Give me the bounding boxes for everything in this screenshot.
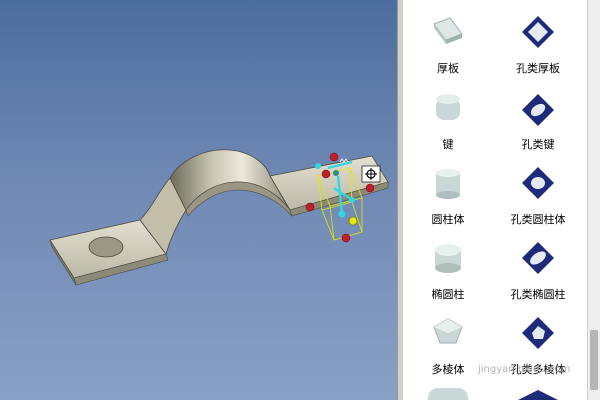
- cyan-handle-ball: [315, 163, 321, 169]
- cyan-handle-ball: [338, 210, 346, 218]
- catalog-item-hole-elliptic-cylinder[interactable]: 孔类椭圆柱: [493, 238, 583, 302]
- catalog-item-slab[interactable]: 厚板: [403, 12, 493, 76]
- catalog-item-partial: [518, 390, 558, 400]
- catalog-item-cylinder[interactable]: 圆柱体: [403, 163, 493, 227]
- catalog-scrollbar[interactable]: [587, 0, 600, 400]
- scrollbar-thumb[interactable]: [590, 330, 598, 390]
- design-element-catalog: 厚板 孔类厚板 键 孔类键 圆柱体 孔类圆柱体 椭圆柱 孔类椭圆柱 多棱体 孔类…: [403, 0, 587, 400]
- hole-cylinder-icon: [522, 167, 554, 199]
- red-handle: [365, 183, 375, 193]
- red-handle: [329, 152, 339, 162]
- polyhedron-icon: [433, 318, 463, 344]
- hole-key-icon: [522, 94, 554, 126]
- catalog-item-key[interactable]: 键: [403, 88, 493, 152]
- red-handle: [305, 202, 315, 212]
- cylinder-icon: [436, 169, 460, 199]
- 3d-viewport[interactable]: [0, 0, 397, 400]
- red-handle: [341, 233, 351, 243]
- anchor-handle: [333, 170, 339, 176]
- key-icon: [436, 94, 460, 120]
- yellow-handle: [348, 216, 358, 226]
- mounting-hole: [88, 236, 124, 258]
- cyan-handle-ball: [349, 197, 355, 203]
- hole-slab-icon: [522, 16, 554, 48]
- catalog-item-partial: [428, 388, 468, 400]
- red-handle: [321, 169, 331, 179]
- catalog-item-hole-slab[interactable]: 孔类厚板: [493, 12, 583, 76]
- watermark: jingyan.baidu.com: [478, 364, 571, 375]
- catalog-item-hole-cylinder[interactable]: 孔类圆柱体: [493, 163, 583, 227]
- catalog-item-hole-key[interactable]: 孔类键: [493, 88, 583, 152]
- move-handle-icon: [361, 165, 381, 183]
- catalog-item-elliptic-cylinder[interactable]: 椭圆柱: [403, 238, 493, 302]
- slab-icon: [433, 17, 463, 44]
- elliptic-cylinder-icon: [435, 244, 461, 273]
- hole-polyhedron-icon: [522, 317, 554, 349]
- hole-elliptic-cylinder-icon: [522, 242, 554, 274]
- part-model[interactable]: [0, 0, 397, 400]
